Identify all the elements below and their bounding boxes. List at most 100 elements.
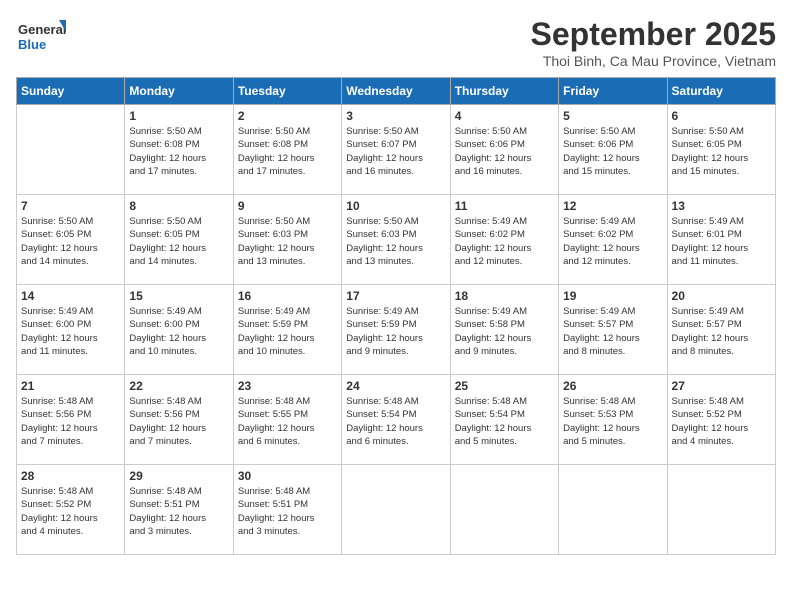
calendar-cell: 1Sunrise: 5:50 AM Sunset: 6:08 PM Daylig… (125, 105, 233, 195)
calendar-table: Sunday Monday Tuesday Wednesday Thursday… (16, 77, 776, 555)
day-number: 17 (346, 289, 445, 303)
day-info: Sunrise: 5:48 AM Sunset: 5:53 PM Dayligh… (563, 395, 662, 448)
day-number: 20 (672, 289, 771, 303)
day-info: Sunrise: 5:50 AM Sunset: 6:03 PM Dayligh… (346, 215, 445, 268)
col-friday: Friday (559, 78, 667, 105)
calendar-cell (667, 465, 775, 555)
calendar-cell: 18Sunrise: 5:49 AM Sunset: 5:58 PM Dayli… (450, 285, 558, 375)
calendar-cell: 7Sunrise: 5:50 AM Sunset: 6:05 PM Daylig… (17, 195, 125, 285)
calendar-cell: 3 Sunrise: 5:50 AM Sunset: 6:07 PM Daylig… (342, 105, 450, 195)
calendar-cell: 19Sunrise: 5:49 AM Sunset: 5:57 PM Dayli… (559, 285, 667, 375)
day-number: 3 (346, 109, 445, 123)
day-number: 6 (672, 109, 771, 123)
day-number: 24 (346, 379, 445, 393)
day-info: Sunrise: 5:50 AM Sunset: 6:06 PM Dayligh… (455, 125, 554, 178)
calendar-cell: 30 Sunrise: 5:48 AM Sunset: 5:51 PM Dayli… (233, 465, 341, 555)
day-number: 16 (238, 289, 337, 303)
calendar-cell: 27 Sunrise: 5:48 AM Sunset: 5:52 PM Dayli… (667, 375, 775, 465)
day-info: Sunrise: 5:48 AM Sunset: 5:56 PM Dayligh… (21, 395, 120, 448)
day-info: Sunrise: 5:48 AM Sunset: 5:56 PM Dayligh… (129, 395, 228, 448)
calendar-cell: 12Sunrise: 5:49 AM Sunset: 6:02 PM Dayli… (559, 195, 667, 285)
calendar-cell: 5 Sunrise: 5:50 AM Sunset: 6:06 PM Daylig… (559, 105, 667, 195)
calendar-cell: 22 Sunrise: 5:48 AM Sunset: 5:56 PM Dayli… (125, 375, 233, 465)
day-info: Sunrise: 5:50 AM Sunset: 6:07 PM Dayligh… (346, 125, 445, 178)
day-info: Sunrise: 5:48 AM Sunset: 5:52 PM Dayligh… (672, 395, 771, 448)
day-info: Sunrise: 5:49 AM Sunset: 6:00 PM Dayligh… (129, 305, 228, 358)
day-info: Sunrise: 5:49 AM Sunset: 5:58 PM Dayligh… (455, 305, 554, 358)
location-title: Thoi Binh, Ca Mau Province, Vietnam (531, 53, 776, 69)
calendar-cell (559, 465, 667, 555)
week-row: 21 Sunrise: 5:48 AM Sunset: 5:56 PM Dayli… (17, 375, 776, 465)
header-row: Sunday Monday Tuesday Wednesday Thursday… (17, 78, 776, 105)
day-number: 13 (672, 199, 771, 213)
day-info: Sunrise: 5:50 AM Sunset: 6:03 PM Dayligh… (238, 215, 337, 268)
calendar-cell: 8 Sunrise: 5:50 AM Sunset: 6:05 PM Daylig… (125, 195, 233, 285)
day-info: Sunrise: 5:48 AM Sunset: 5:54 PM Dayligh… (455, 395, 554, 448)
day-number: 21 (21, 379, 120, 393)
svg-text:General: General (18, 22, 66, 37)
day-info: Sunrise: 5:48 AM Sunset: 5:54 PM Dayligh… (346, 395, 445, 448)
day-info: Sunrise: 5:48 AM Sunset: 5:51 PM Dayligh… (129, 485, 228, 538)
calendar-cell: 2 Sunrise: 5:50 AM Sunset: 6:08 PM Daylig… (233, 105, 341, 195)
day-number: 8 (129, 199, 228, 213)
day-info: Sunrise: 5:49 AM Sunset: 5:57 PM Dayligh… (672, 305, 771, 358)
day-number: 30 (238, 469, 337, 483)
day-number: 5 (563, 109, 662, 123)
calendar-cell: 16 Sunrise: 5:49 AM Sunset: 5:59 PM Dayli… (233, 285, 341, 375)
week-row: 14 Sunrise: 5:49 AM Sunset: 6:00 PM Dayli… (17, 285, 776, 375)
day-number: 29 (129, 469, 228, 483)
day-info: Sunrise: 5:48 AM Sunset: 5:52 PM Dayligh… (21, 485, 120, 538)
title-area: September 2025 Thoi Binh, Ca Mau Provinc… (531, 16, 776, 69)
week-row: 28Sunrise: 5:48 AM Sunset: 5:52 PM Dayli… (17, 465, 776, 555)
col-tuesday: Tuesday (233, 78, 341, 105)
col-sunday: Sunday (17, 78, 125, 105)
calendar-cell: 24 Sunrise: 5:48 AM Sunset: 5:54 PM Dayli… (342, 375, 450, 465)
day-info: Sunrise: 5:48 AM Sunset: 5:55 PM Dayligh… (238, 395, 337, 448)
day-number: 7 (21, 199, 120, 213)
day-number: 26 (563, 379, 662, 393)
day-number: 14 (21, 289, 120, 303)
col-thursday: Thursday (450, 78, 558, 105)
day-number: 9 (238, 199, 337, 213)
week-row: 1Sunrise: 5:50 AM Sunset: 6:08 PM Daylig… (17, 105, 776, 195)
calendar-cell: 28Sunrise: 5:48 AM Sunset: 5:52 PM Dayli… (17, 465, 125, 555)
calendar-cell: 14 Sunrise: 5:49 AM Sunset: 6:00 PM Dayli… (17, 285, 125, 375)
week-row: 7 Sunrise: 5:50 AM Sunset: 6:05 PM Daylig… (17, 195, 776, 285)
calendar-cell: 11 Sunrise: 5:49 AM Sunset: 6:02 PM Dayli… (450, 195, 558, 285)
day-info: Sunrise: 5:49 AM Sunset: 6:00 PM Dayligh… (21, 305, 120, 358)
logo: General Blue (16, 16, 66, 56)
day-number: 2 (238, 109, 337, 123)
day-number: 23 (238, 379, 337, 393)
calendar-cell: 15 Sunrise: 5:49 AM Sunset: 6:00 PM Dayli… (125, 285, 233, 375)
month-title: September 2025 (531, 16, 776, 53)
calendar-cell: 21 Sunrise: 5:48 AM Sunset: 5:56 PM Dayli… (17, 375, 125, 465)
day-info: Sunrise: 5:50 AM Sunset: 6:06 PM Dayligh… (563, 125, 662, 178)
day-info: Sunrise: 5:48 AM Sunset: 5:51 PM Dayligh… (238, 485, 337, 538)
logo-svg: General Blue (16, 16, 66, 56)
day-number: 12 (563, 199, 662, 213)
day-number: 15 (129, 289, 228, 303)
day-info: Sunrise: 5:50 AM Sunset: 6:05 PM Dayligh… (129, 215, 228, 268)
day-number: 4 (455, 109, 554, 123)
day-info: Sunrise: 5:49 AM Sunset: 6:02 PM Dayligh… (455, 215, 554, 268)
day-number: 27 (672, 379, 771, 393)
day-info: Sunrise: 5:50 AM Sunset: 6:08 PM Dayligh… (238, 125, 337, 178)
calendar-cell: 10 Sunrise: 5:50 AM Sunset: 6:03 PM Dayli… (342, 195, 450, 285)
day-info: Sunrise: 5:49 AM Sunset: 5:59 PM Dayligh… (238, 305, 337, 358)
calendar-cell: 25 Sunrise: 5:48 AM Sunset: 5:54 PM Dayli… (450, 375, 558, 465)
calendar-cell: 17Sunrise: 5:49 AM Sunset: 5:59 PM Dayli… (342, 285, 450, 375)
day-number: 10 (346, 199, 445, 213)
col-monday: Monday (125, 78, 233, 105)
calendar-cell: 29 Sunrise: 5:48 AM Sunset: 5:51 PM Dayli… (125, 465, 233, 555)
col-wednesday: Wednesday (342, 78, 450, 105)
day-info: Sunrise: 5:50 AM Sunset: 6:08 PM Dayligh… (129, 125, 228, 178)
calendar-cell: 9 Sunrise: 5:50 AM Sunset: 6:03 PM Daylig… (233, 195, 341, 285)
calendar-cell (17, 105, 125, 195)
day-number: 11 (455, 199, 554, 213)
header: General Blue September 2025 Thoi Binh, C… (16, 16, 776, 69)
day-number: 22 (129, 379, 228, 393)
calendar-cell: 4 Sunrise: 5:50 AM Sunset: 6:06 PM Daylig… (450, 105, 558, 195)
day-number: 25 (455, 379, 554, 393)
calendar-cell: 6Sunrise: 5:50 AM Sunset: 6:05 PM Daylig… (667, 105, 775, 195)
calendar-cell: 13Sunrise: 5:49 AM Sunset: 6:01 PM Dayli… (667, 195, 775, 285)
